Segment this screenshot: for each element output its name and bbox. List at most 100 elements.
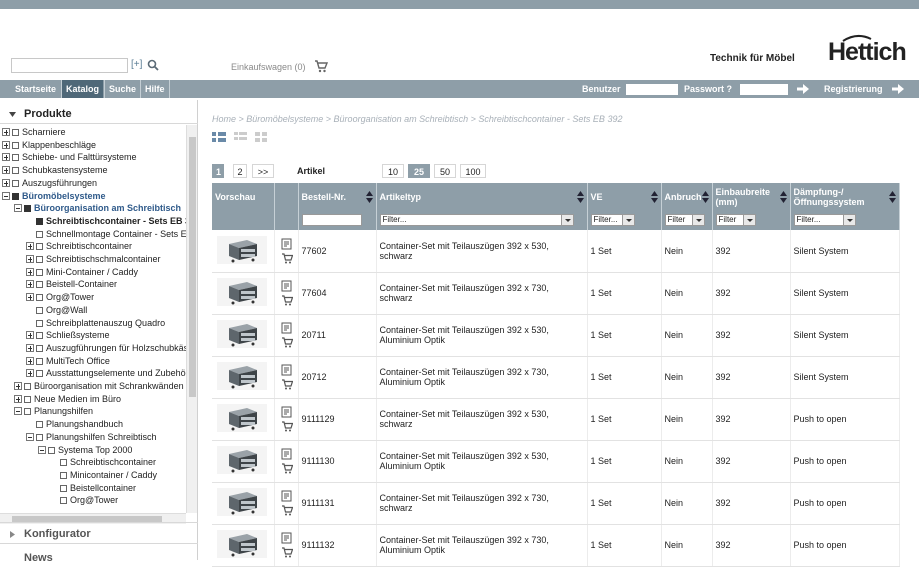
artikeltyp-cell[interactable]: Container-Set mit Teilauszügen 392 x 530…	[376, 440, 588, 483]
add-to-cart-icon[interactable]	[281, 336, 293, 348]
product-thumbnail[interactable]	[217, 362, 267, 390]
page-1[interactable]: 1	[212, 164, 224, 178]
sort-icon[interactable]	[888, 191, 896, 203]
brand-logo[interactable]: Hettich	[828, 38, 907, 67]
tree-item[interactable]: Schnellmontage Container - Sets EB 392	[26, 228, 186, 240]
expand-icon[interactable]	[2, 140, 10, 149]
expand-icon[interactable]	[2, 166, 10, 175]
tree-item[interactable]: Schreibtischcontainer - Sets EB 392	[26, 215, 186, 227]
info-sheet-icon[interactable]	[281, 238, 293, 250]
expand-icon[interactable]	[2, 128, 10, 136]
tree-item[interactable]: Neue Medien im Büro	[14, 393, 121, 405]
artikeltyp-cell[interactable]: Container-Set mit Teilauszügen 392 x 530…	[376, 398, 588, 441]
tree-item[interactable]: Schreibtischschmalcontainer	[26, 253, 161, 265]
dropdown-arrow-icon[interactable]	[742, 215, 755, 225]
col-header-artikeltyp[interactable]: Artikeltyp	[376, 183, 588, 210]
per-page-100[interactable]: 100	[460, 164, 486, 178]
tree-item[interactable]: Beistellcontainer	[50, 482, 136, 494]
view-mode-icons[interactable]	[212, 131, 272, 143]
table-row[interactable]: 77602 Container-Set mit Teilauszügen 392 …	[212, 230, 900, 273]
tree-item[interactable]: Org@Wall	[26, 304, 87, 316]
sort-icon[interactable]	[701, 191, 709, 203]
filter-artikeltyp-select[interactable]: Filter...	[379, 214, 574, 226]
per-page-10[interactable]: 10	[382, 164, 404, 178]
info-sheet-icon[interactable]	[281, 490, 293, 502]
tree-item[interactable]: Schreibplattenauszug Quadro	[26, 317, 165, 329]
tree-item[interactable]: Planungshilfen	[14, 405, 93, 417]
tree-item[interactable]: Schubkastensysteme	[2, 164, 108, 176]
tree-item[interactable]: Minicontainer / Caddy	[50, 469, 157, 481]
add-to-cart-icon[interactable]	[281, 420, 293, 432]
dropdown-arrow-icon[interactable]	[691, 215, 704, 225]
expand-icon[interactable]	[26, 369, 34, 378]
tree-item[interactable]: Org@Tower	[26, 291, 94, 303]
dropdown-arrow-icon[interactable]	[621, 215, 634, 225]
product-thumbnail[interactable]	[217, 488, 267, 516]
add-to-cart-icon[interactable]	[281, 252, 293, 264]
dropdown-arrow-icon[interactable]	[842, 215, 855, 225]
tree-item[interactable]: Auszugführungen für Holzschubkästen	[26, 342, 186, 354]
tree-item[interactable]: Schreibtischcontainer	[26, 240, 132, 252]
filter-anbruch-select[interactable]: Filter	[664, 214, 705, 226]
sort-icon[interactable]	[779, 191, 787, 203]
sidebar-header-produkte[interactable]: Produkte	[0, 102, 198, 124]
expand-icon[interactable]	[2, 178, 10, 187]
add-to-cart-icon[interactable]	[281, 294, 293, 306]
info-sheet-icon[interactable]	[281, 532, 293, 544]
tree-item[interactable]: Büromöbelsysteme	[2, 190, 106, 202]
artikeltyp-cell[interactable]: Container-Set mit Teilauszügen 392 x 530…	[376, 230, 588, 273]
table-row[interactable]: 20711 Container-Set mit Teilauszügen 392 …	[212, 314, 900, 357]
password-field[interactable]	[740, 84, 788, 95]
add-to-cart-icon[interactable]	[281, 378, 293, 390]
filter-daempfung-select[interactable]: Filter...	[793, 214, 856, 226]
product-thumbnail[interactable]	[217, 404, 267, 432]
table-row[interactable]: 9111130 Container-Set mit Teilauszügen 39…	[212, 440, 900, 483]
expand-icon[interactable]	[2, 153, 10, 162]
cart-icon[interactable]	[314, 59, 328, 73]
tree-item[interactable]: Büroorganisation mit Schrankwänden	[14, 380, 184, 392]
artikeltyp-cell[interactable]: Container-Set mit Teilauszügen 392 x 730…	[376, 482, 588, 525]
collapse-icon[interactable]	[14, 407, 22, 416]
filter-einbaubreite-select[interactable]: Filter	[715, 214, 756, 226]
filter-bestellnr-input[interactable]	[301, 214, 362, 226]
expand-icon[interactable]	[14, 382, 22, 390]
sidebar-header-news[interactable]: News	[24, 552, 53, 564]
collapse-icon[interactable]	[2, 191, 10, 200]
table-row[interactable]: 9111129 Container-Set mit Teilauszügen 39…	[212, 398, 900, 441]
scrollbar-thumb[interactable]	[189, 137, 196, 397]
dropdown-arrow-icon[interactable]	[560, 215, 573, 225]
page-2[interactable]: 2	[233, 164, 247, 178]
tree-item[interactable]: MultiTech Office	[26, 355, 110, 367]
register-arrow-icon[interactable]	[892, 84, 904, 94]
page-next[interactable]: >>	[252, 164, 274, 178]
tree-item[interactable]: Büroorganisation am Schreibtisch	[14, 202, 181, 214]
tree-item[interactable]: Planungshandbuch	[26, 418, 123, 430]
collapse-icon[interactable]	[26, 432, 34, 441]
tree-item[interactable]: Schiebe- und Falttürsysteme	[2, 151, 137, 163]
table-row[interactable]: 77604 Container-Set mit Teilauszügen 392 …	[212, 272, 900, 315]
login-arrow-icon[interactable]	[797, 84, 809, 94]
product-thumbnail[interactable]	[217, 320, 267, 348]
expand-icon[interactable]	[26, 343, 34, 352]
sort-icon[interactable]	[650, 191, 658, 203]
search-icon[interactable]	[147, 59, 159, 71]
artikeltyp-cell[interactable]: Container-Set mit Teilauszügen 392 x 730…	[376, 356, 588, 399]
expand-icon[interactable]	[26, 267, 34, 276]
tree-item[interactable]: Beistell-Container	[26, 278, 117, 290]
expand-icon[interactable]	[14, 394, 22, 403]
col-header-einbaubreite[interactable]: Einbaubreite (mm)	[712, 183, 791, 210]
cart-link[interactable]: Einkaufswagen (0)	[231, 62, 306, 72]
tree-item[interactable]: Systema Top 2000	[38, 444, 132, 456]
product-thumbnail[interactable]	[217, 530, 267, 558]
per-page-25[interactable]: 25	[408, 164, 430, 178]
col-header-ve[interactable]: VE	[587, 183, 662, 210]
table-row[interactable]: 20712 Container-Set mit Teilauszügen 392 …	[212, 356, 900, 399]
password-label[interactable]: Passwort ?	[680, 80, 736, 98]
expand-icon[interactable]	[26, 331, 34, 340]
username-field[interactable]	[626, 84, 678, 95]
advanced-search-link[interactable]: [+]	[131, 59, 142, 70]
product-thumbnail[interactable]	[217, 235, 267, 264]
expand-icon[interactable]	[26, 293, 34, 302]
tree-item[interactable]: Planungshilfen Schreibtisch	[26, 431, 157, 443]
add-to-cart-icon[interactable]	[281, 504, 293, 516]
